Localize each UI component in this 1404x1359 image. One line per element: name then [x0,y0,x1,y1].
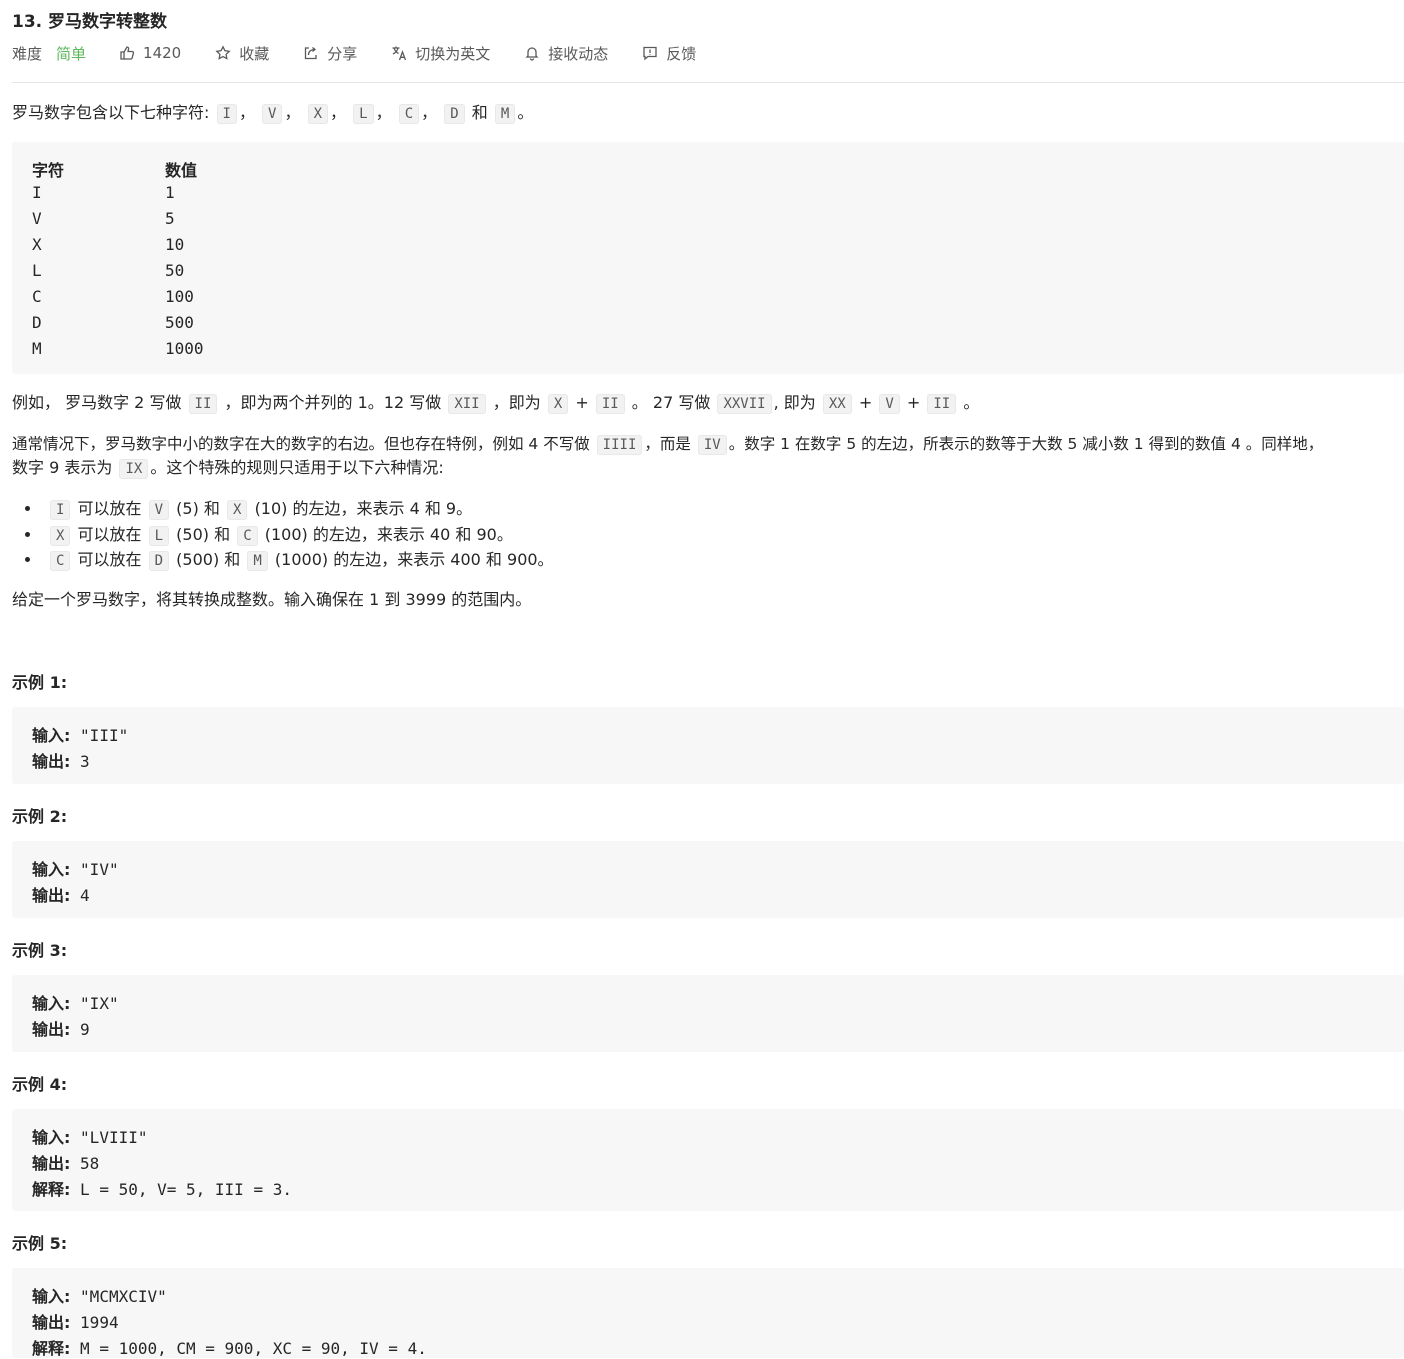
example-title: 示例 2: [12,807,68,826]
inline-code: II [927,394,957,414]
problem-title: 13. 罗马数字转整数 [12,12,168,32]
feedback-button[interactable]: 反馈 [642,43,696,64]
rules-list: I 可以放在 V (5) 和 X (10) 的左边，来表示 4 和 9。 X 可… [12,497,554,574]
example-paragraph: 例如， 罗马数字 2 写做 II ，即为两个并列的 1。12 写做 XII ，即… [12,393,980,414]
example-explanation: 解释: M = 1000, CM = 900, XC = 90, IV = 4. [32,1339,427,1358]
share-label: 分享 [327,44,358,63]
table-row: L 50 [32,261,185,280]
example-input: 输入: "IV" [32,860,119,879]
inline-code: I [216,104,237,124]
special-case-paragraph-cont: 数字 9 表示为 IX 。这个特殊的规则只适用于以下六种情况: [12,458,444,479]
example-title: 示例 3: [12,941,68,960]
inline-code: X [547,394,569,414]
example-input: 输入: "MCMXCIV" [32,1287,167,1306]
inline-code: IX [119,459,149,479]
difficulty-label: 难度 [12,44,43,63]
switch-language-button[interactable]: 切换为英文 [391,43,490,64]
example-block: 输入: "IV" 输出: 4 [12,841,1404,918]
feedback-icon [643,46,657,61]
thumb-up-icon [120,46,135,60]
subscribe-button[interactable]: 接收动态 [524,43,608,64]
inline-code: IIII [596,435,643,455]
example-block: 输入: "III" 输出: 3 [12,707,1404,784]
table-row: D 500 [32,313,194,332]
inline-code: II [595,394,625,414]
table-row: V5 [32,209,175,228]
inline-code: II [188,394,218,414]
inline-code: M [494,104,516,124]
list-item: X 可以放在 L (50) 和 C (100) 的左边，来表示 40 和 90。 [42,523,554,549]
switch-language-label: 切换为英文 [415,44,491,63]
example-output: 输出: 9 [32,1020,90,1039]
inline-code: V [262,104,283,124]
star-icon [215,45,231,60]
inline-code: D [444,104,465,124]
inline-code: IV [697,435,727,455]
list-item: C 可以放在 D (500) 和 M (1000) 的左边，来表示 400 和 … [42,548,554,574]
table-row: C 100 [32,287,194,306]
intro-paragraph: 罗马数字包含以下七种字符: I， V， X， L， C， D 和 M。 [12,103,534,124]
example-input: 输入: "IX" [32,994,119,1013]
example-block: 输入: "IX" 输出: 9 [12,975,1404,1052]
share-icon [305,46,317,60]
special-case-paragraph: 通常情况下，罗马数字中小的数字在大的数字的右边。但也存在特例，例如 4 不写做 … [12,435,1324,455]
table-row: X 10 [32,235,185,254]
share-button[interactable]: 分享 [303,43,357,64]
example-input: 输入: "III" [32,726,129,745]
example-input: 输入: "LVIII" [32,1128,148,1147]
header-divider [12,82,1404,83]
table-row: I1 [32,183,175,202]
favorite-button[interactable]: 收藏 [215,43,269,64]
table-row: M 1000 [32,339,204,358]
task-paragraph: 给定一个罗马数字，将其转换成整数。输入确保在 1 到 3999 的范围内。 [12,590,532,609]
example-block: 输入: "LVIII" 输出: 58 解释: L = 50, V= 5, III… [12,1109,1404,1211]
symbol-value-table: 字符 数值 I1 V5 X 10 L 50 C 100 D 500 M 1000 [12,142,1404,374]
example-output: 输出: 4 [32,886,90,905]
example-output: 输出: 58 [32,1154,100,1173]
inline-code: XII [448,394,486,414]
example-block: 输入: "MCMXCIV" 输出: 1994 解释: M = 1000, CM … [12,1268,1404,1358]
example-title: 示例 5: [12,1234,68,1253]
feedback-label: 反馈 [666,44,697,63]
example-title: 示例 4: [12,1075,68,1094]
inline-code: L [353,104,374,124]
example-explanation: 解释: L = 50, V= 5, III = 3. [32,1180,292,1199]
inline-code: X [307,104,329,124]
example-output: 输出: 1994 [32,1313,119,1332]
inline-code: XX [822,394,852,414]
inline-code: C [398,104,420,124]
subscribe-label: 接收动态 [548,44,609,63]
example-title: 示例 1: [12,673,68,692]
like-button[interactable]: 1420 [119,44,181,62]
list-item: I 可以放在 V (5) 和 X (10) 的左边，来表示 4 和 9。 [42,497,554,523]
inline-code: V [879,394,900,414]
favorite-label: 收藏 [239,44,270,63]
table-header: 字符 数值 [32,161,198,180]
example-output: 输出: 3 [32,752,90,771]
bell-icon [525,47,539,61]
problem-meta-bar: 难度 简单 1420 收藏 分享 切换为英文 接收动态 反馈 [12,42,696,64]
difficulty-badge: 简单 [56,44,87,63]
translate-icon [392,46,407,61]
inline-code: XXVII [717,394,772,414]
like-count: 1420 [143,44,182,62]
